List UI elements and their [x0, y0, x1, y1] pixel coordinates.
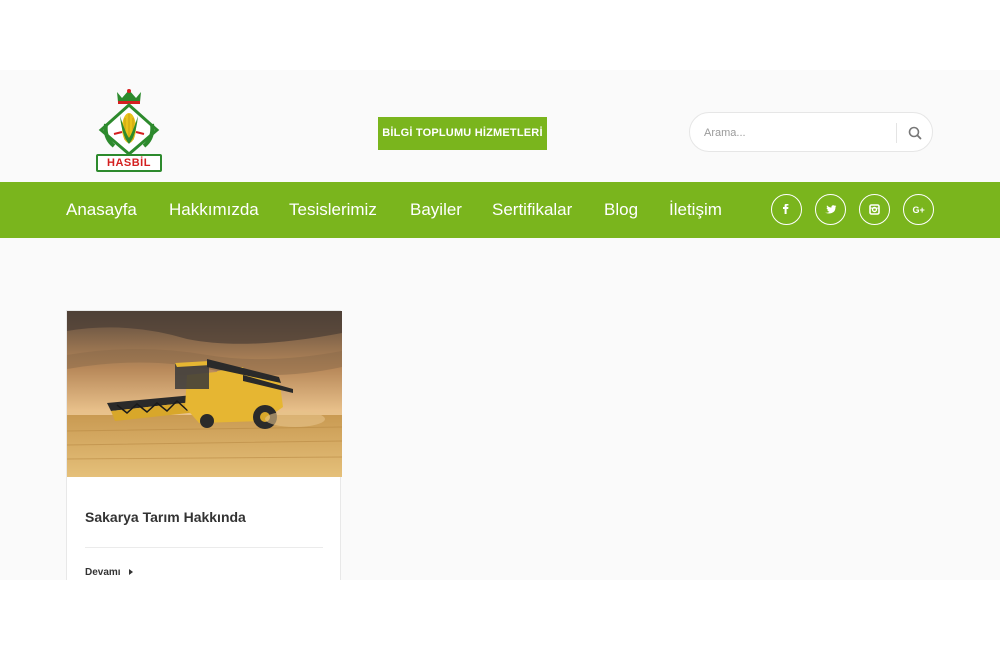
nav-item-certificates[interactable]: Sertifikalar	[492, 182, 572, 238]
instagram-icon	[869, 204, 880, 215]
blog-post-card: Sakarya Tarım Hakkında Devamı	[66, 310, 342, 580]
twitter-link[interactable]	[815, 194, 846, 225]
page: HASBİL BİLGİ TOPLUMU HİZMETLERİ Anasayfa…	[0, 70, 1000, 580]
main-nav: Anasayfa Hakkımızda Tesislerimiz Bayiler…	[0, 182, 1000, 238]
site-logo[interactable]: HASBİL	[92, 88, 166, 174]
facebook-icon	[783, 204, 789, 214]
nav-item-blog[interactable]: Blog	[604, 182, 638, 238]
card-divider	[85, 547, 323, 548]
post-title[interactable]: Sakarya Tarım Hakkında	[85, 509, 325, 525]
information-society-services-button[interactable]: BİLGİ TOPLUMU HİZMETLERİ	[378, 117, 547, 150]
twitter-icon	[825, 205, 837, 214]
nav-item-dealers[interactable]: Bayiler	[410, 182, 462, 238]
google-plus-icon: G+	[913, 205, 925, 215]
logo-wordmark: HASBİL	[96, 154, 162, 172]
google-plus-link[interactable]: G+	[903, 194, 934, 225]
facebook-link[interactable]	[771, 194, 802, 225]
nav-item-about[interactable]: Hakkımızda	[169, 182, 259, 238]
nav-item-contact[interactable]: İletişim	[669, 182, 722, 238]
search-divider	[896, 123, 897, 143]
nav-item-facilities[interactable]: Tesislerimiz	[289, 182, 377, 238]
nav-item-home[interactable]: Anasayfa	[66, 182, 137, 238]
read-more-label: Devamı	[85, 567, 121, 578]
caret-right-icon	[128, 569, 133, 576]
search-input[interactable]	[704, 123, 884, 143]
combine-harvester-photo	[67, 311, 342, 477]
read-more-link[interactable]: Devamı	[85, 567, 133, 578]
post-image[interactable]	[67, 311, 342, 477]
site-header: HASBİL BİLGİ TOPLUMU HİZMETLERİ	[0, 70, 1000, 182]
logo-emblem	[98, 89, 160, 156]
search-button[interactable]	[904, 122, 926, 144]
search-box	[689, 112, 933, 152]
svg-text:G+: G+	[913, 205, 925, 215]
instagram-link[interactable]	[859, 194, 890, 225]
search-icon	[908, 126, 922, 140]
